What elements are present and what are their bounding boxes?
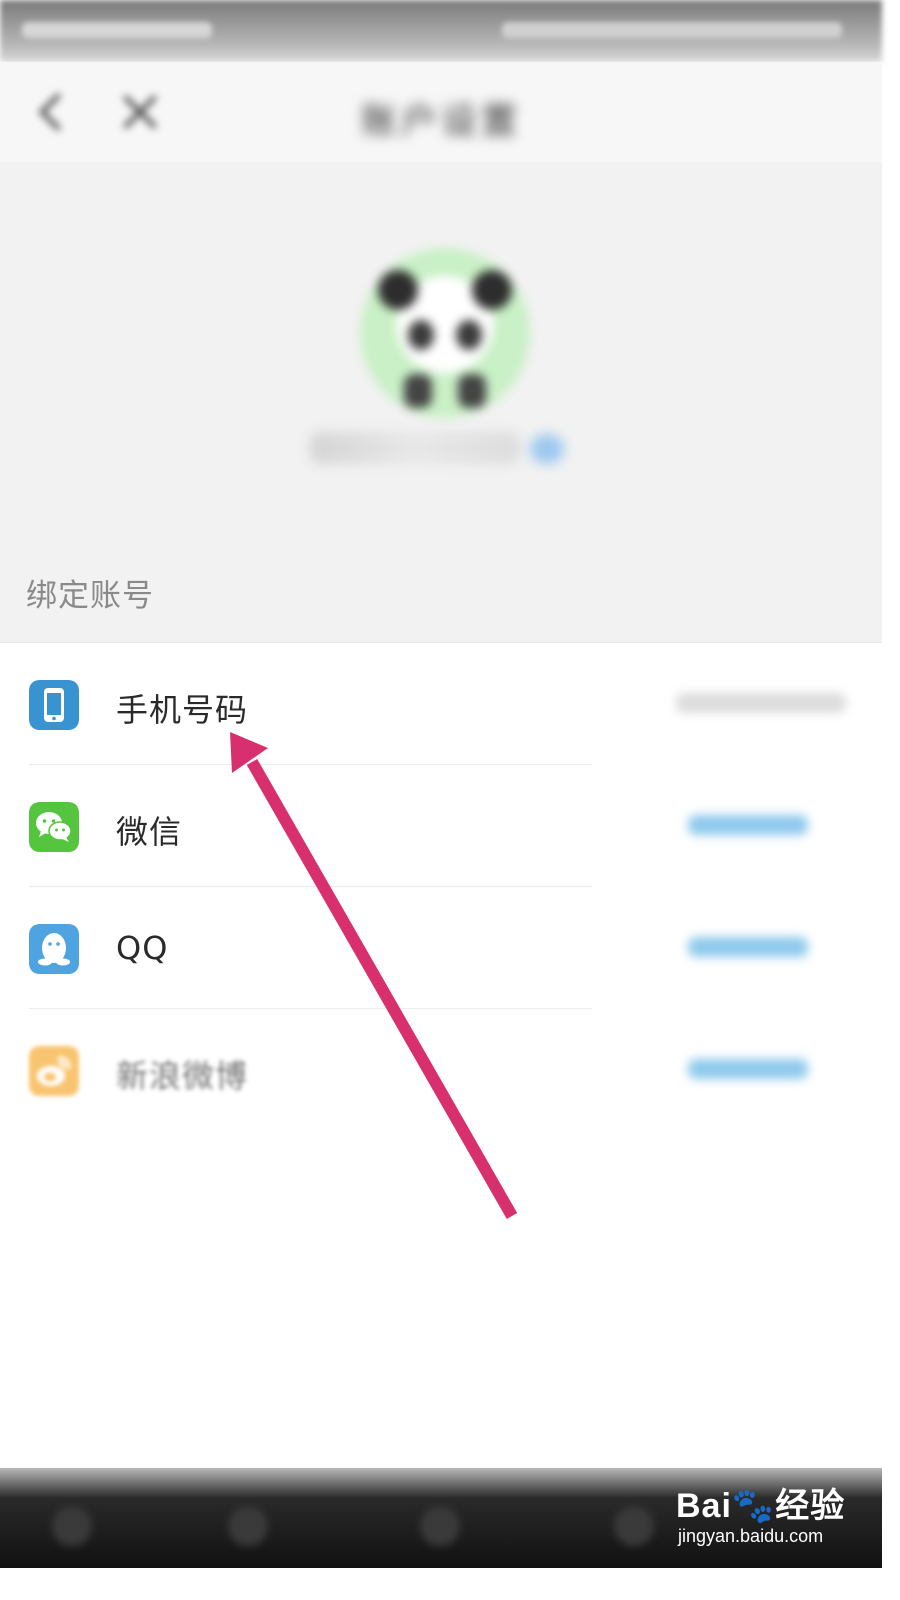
weibo-icon <box>29 1046 79 1096</box>
page-title: 账户设置 <box>360 101 521 142</box>
wechat-icon <box>29 802 79 852</box>
account-label: QQ <box>116 929 169 967</box>
status-bar-left-info <box>22 22 212 38</box>
account-row-phone[interactable]: 手机号码 <box>0 643 882 765</box>
bind-link-blurred[interactable] <box>688 1059 808 1079</box>
back-key-icon[interactable] <box>228 1506 268 1546</box>
watermark-logo: Bai🐾经验 <box>676 1487 846 1525</box>
panda-eye-right <box>456 320 482 350</box>
section-title: 绑定账号 <box>26 578 154 614</box>
verified-icon <box>530 434 564 464</box>
account-row-weibo[interactable]: 新浪微博 <box>0 1009 882 1131</box>
nav-bar: 账户设置 <box>0 62 882 162</box>
bound-accounts-list: 手机号码 微信 QQ 新浪微博 <box>0 643 882 1131</box>
phone-icon <box>29 680 79 730</box>
avatar[interactable] <box>360 248 530 418</box>
home-key-icon[interactable] <box>420 1506 460 1546</box>
account-label: 手机号码 <box>116 691 249 729</box>
panda-leg-right <box>458 374 486 408</box>
account-row-wechat[interactable]: 微信 <box>0 765 882 887</box>
panda-ear-left <box>378 270 418 310</box>
status-bar <box>0 0 882 62</box>
qq-icon <box>29 924 79 974</box>
recent-key-icon[interactable] <box>614 1506 654 1546</box>
panda-leg-left <box>404 374 432 408</box>
status-bar-right-info <box>502 22 842 38</box>
watermark-url: jingyan.baidu.com <box>678 1526 824 1546</box>
bind-link-blurred[interactable] <box>688 815 808 835</box>
panda-ear-right <box>472 270 512 310</box>
phone-number-blurred <box>676 693 846 713</box>
bound-accounts-section-header: 绑定账号 <box>0 552 882 642</box>
username-blurred <box>310 432 520 464</box>
bind-link-blurred[interactable] <box>688 937 808 957</box>
menu-key-icon[interactable] <box>52 1506 92 1546</box>
profile-header <box>0 162 882 552</box>
account-label: 微信 <box>116 813 183 851</box>
panda-eye-left <box>408 320 434 350</box>
account-row-qq[interactable]: QQ <box>0 887 882 1009</box>
account-label: 新浪微博 <box>116 1057 249 1095</box>
